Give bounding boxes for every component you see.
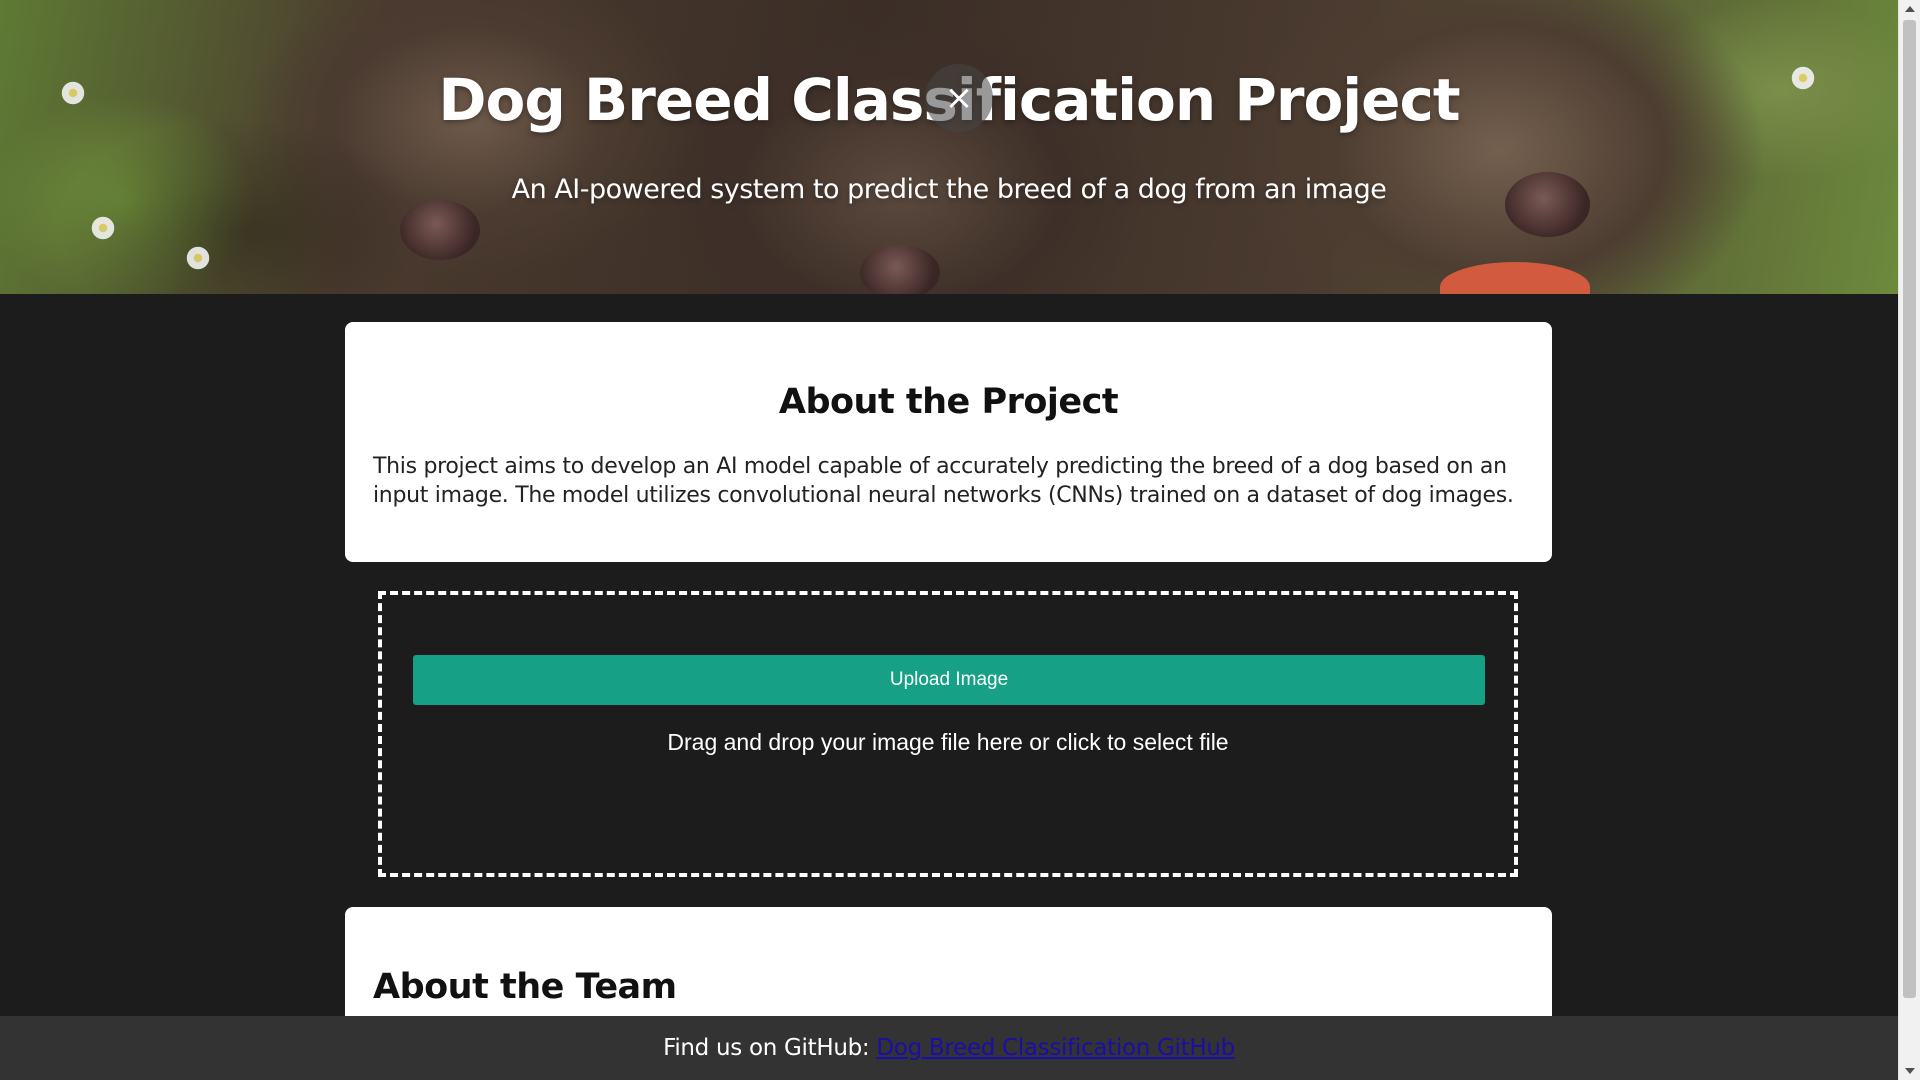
scroll-down-arrow-icon[interactable] <box>1905 1068 1915 1074</box>
vertical-scrollbar[interactable] <box>1898 0 1920 1080</box>
scrollbar-thumb[interactable] <box>1903 20 1916 998</box>
about-project-heading: About the Project <box>778 382 1119 422</box>
page-subtitle: An AI-powered system to predict the bree… <box>511 174 1387 205</box>
flower-decoration <box>185 245 211 271</box>
puppy-nose <box>400 200 480 260</box>
about-project-card: About the Project This project aims to d… <box>345 322 1552 562</box>
github-link[interactable]: Dog Breed Classification GitHub <box>876 1035 1235 1061</box>
page: Dog Breed Classification Project An AI-p… <box>0 0 1898 1080</box>
puppy-tongue <box>1440 262 1590 294</box>
about-team-heading: About the Team <box>373 967 677 1007</box>
flower-decoration <box>90 215 116 241</box>
hero-banner: Dog Breed Classification Project An AI-p… <box>0 0 1898 294</box>
close-button[interactable]: × <box>925 64 993 132</box>
footer: Find us on GitHub: Dog Breed Classificat… <box>0 1016 1898 1080</box>
about-project-description: This project aims to develop an AI model… <box>373 454 1514 508</box>
footer-text: Find us on GitHub: <box>663 1035 877 1061</box>
dropzone-instructions: Drag and drop your image file here or cl… <box>667 729 1229 755</box>
image-dropzone[interactable]: Upload Image Drag and drop your image fi… <box>378 591 1518 877</box>
upload-image-button[interactable]: Upload Image <box>413 655 1485 705</box>
scroll-up-arrow-icon[interactable] <box>1905 6 1915 12</box>
puppy-nose <box>860 245 940 294</box>
puppies-photo <box>0 0 1898 294</box>
close-icon: × <box>944 78 974 118</box>
